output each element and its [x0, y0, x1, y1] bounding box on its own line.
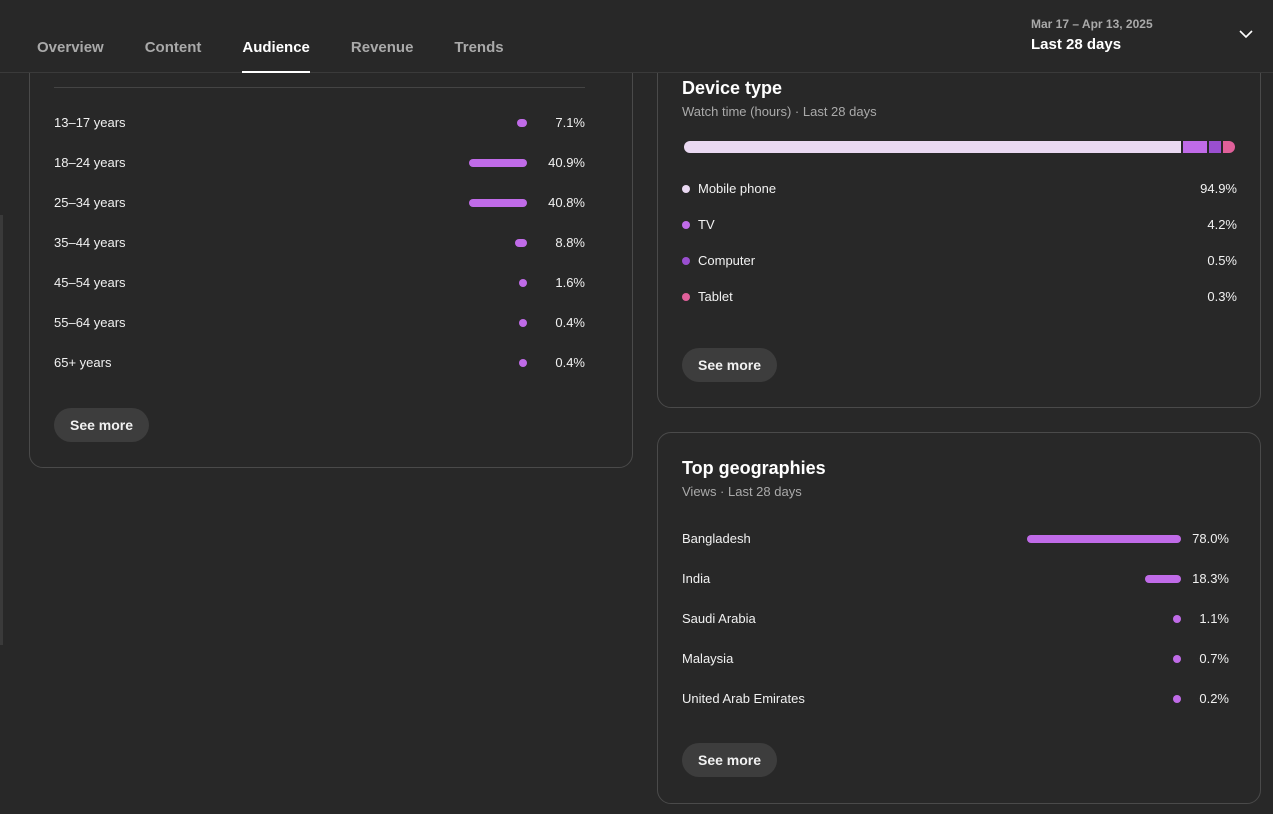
age-percent: 1.6% [555, 275, 585, 290]
geo-bar [1173, 615, 1181, 623]
device-bar-segment [684, 141, 1181, 153]
device-bar-segment [1223, 141, 1235, 153]
age-label: 35–44 years [54, 235, 126, 250]
geo-label: Bangladesh [682, 531, 751, 546]
age-row: 35–44 years 8.8% [54, 233, 585, 253]
device-bar-segment [1209, 141, 1221, 153]
age-bar [515, 239, 527, 247]
geo-label: Saudi Arabia [682, 611, 756, 626]
top-bar: Overview Content Audience Revenue Trends… [0, 0, 1273, 73]
age-row: 13–17 years 7.1% [54, 113, 585, 133]
analytics-tabs: Overview Content Audience Revenue Trends [37, 0, 545, 73]
geo-percent: 78.0% [1192, 531, 1229, 546]
tab-revenue[interactable]: Revenue [351, 0, 414, 73]
age-label: 45–54 years [54, 275, 126, 290]
age-bar [517, 119, 527, 127]
age-bar [469, 159, 527, 167]
geo-label: India [682, 571, 711, 586]
device-type-card: Device type Watch time (hours) · Last 28… [657, 40, 1261, 408]
age-row: 25–34 years 40.8% [54, 193, 585, 213]
top-geographies-card: Top geographies Views · Last 28 days Ban… [657, 432, 1261, 804]
geo-percent: 0.2% [1199, 691, 1229, 706]
geo-percent: 0.7% [1199, 651, 1229, 666]
device-card-subtitle: Watch time (hours) · Last 28 days [682, 104, 877, 119]
age-bar [519, 359, 527, 367]
age-label: 18–24 years [54, 155, 126, 170]
geo-row: India 18.3% [682, 569, 1229, 589]
geo-bar [1173, 655, 1181, 663]
device-row: Computer 0.5% [682, 253, 1237, 271]
age-percent: 7.1% [555, 115, 585, 130]
date-range-text: Mar 17 – Apr 13, 2025 [1031, 17, 1153, 31]
geo-card-subtitle: Views · Last 28 days [682, 484, 802, 499]
device-row: Tablet 0.3% [682, 289, 1237, 307]
geo-row: Saudi Arabia 1.1% [682, 609, 1229, 629]
age-percent: 40.8% [548, 195, 585, 210]
scroll-edge [0, 215, 3, 645]
geo-row: Malaysia 0.7% [682, 649, 1229, 669]
age-label: 65+ years [54, 355, 112, 370]
age-divider [54, 87, 585, 88]
age-row: 18–24 years 40.9% [54, 153, 585, 173]
legend-dot-icon [682, 257, 690, 265]
geo-percent: 18.3% [1192, 571, 1229, 586]
tab-content[interactable]: Content [145, 0, 202, 73]
date-range-picker[interactable]: Mar 17 – Apr 13, 2025 Last 28 days [1031, 17, 1261, 61]
age-bar [469, 199, 527, 207]
device-label: Tablet [698, 289, 733, 304]
geo-see-more-button[interactable]: See more [682, 743, 778, 777]
age-row: 55–64 years 0.4% [54, 313, 585, 333]
age-percent: 0.4% [555, 315, 585, 330]
age-percent: 0.4% [555, 355, 585, 370]
age-percent: 8.8% [555, 235, 585, 250]
age-label: 25–34 years [54, 195, 126, 210]
geo-label: Malaysia [682, 651, 734, 666]
device-percent: 4.2% [1207, 217, 1237, 232]
date-period-label: Last 28 days [1031, 36, 1122, 53]
legend-dot-icon [682, 221, 690, 229]
geo-card-title: Top geographies [682, 458, 826, 478]
geo-percent: 1.1% [1199, 611, 1229, 626]
device-row: TV 4.2% [682, 217, 1237, 235]
tab-trends[interactable]: Trends [454, 0, 503, 73]
device-percent: 0.3% [1207, 289, 1237, 304]
tab-overview[interactable]: Overview [37, 0, 104, 73]
age-card: 13–17 years 7.1% 18–24 years 40.9% 25–34 yea… [29, 40, 633, 468]
age-label: 13–17 years [54, 115, 126, 130]
geo-bar [1173, 695, 1181, 703]
device-stacked-bar [684, 141, 1235, 153]
age-bar [519, 319, 527, 327]
chevron-down-icon [1239, 30, 1253, 39]
geo-label: United Arab Emirates [682, 691, 805, 706]
device-label: Mobile phone [698, 181, 777, 196]
device-card-title: Device type [682, 78, 783, 98]
legend-dot-icon [682, 293, 690, 301]
device-percent: 94.9% [1200, 181, 1237, 196]
geo-row: United Arab Emirates 0.2% [682, 689, 1229, 709]
age-row: 45–54 years 1.6% [54, 273, 585, 293]
geo-bar [1027, 535, 1181, 543]
geo-row: Bangladesh 78.0% [682, 529, 1229, 549]
device-label: Computer [698, 253, 756, 268]
age-label: 55–64 years [54, 315, 126, 330]
device-bar-segment [1183, 141, 1207, 153]
age-row: 65+ years 0.4% [54, 353, 585, 373]
device-see-more-button[interactable]: See more [682, 348, 778, 382]
age-bar [519, 279, 527, 287]
tab-audience[interactable]: Audience [242, 0, 310, 73]
age-percent: 40.9% [548, 155, 585, 170]
device-row: Mobile phone 94.9% [682, 181, 1237, 199]
device-percent: 0.5% [1207, 253, 1237, 268]
age-see-more-button[interactable]: See more [54, 408, 150, 442]
device-label: TV [698, 217, 715, 232]
legend-dot-icon [682, 185, 690, 193]
geo-bar [1145, 575, 1181, 583]
